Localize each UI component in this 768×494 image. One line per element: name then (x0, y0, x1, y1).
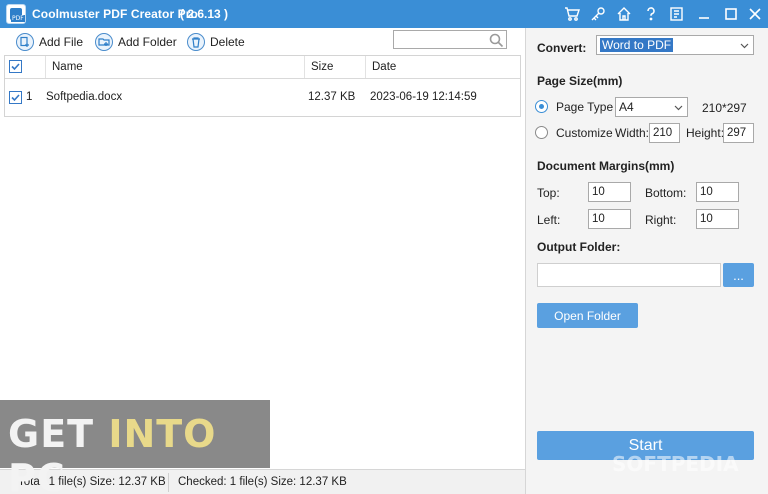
table-row[interactable]: 1 Softpedia.docx 12.37 KB 2023-06-19 12:… (5, 79, 520, 117)
key-icon[interactable] (587, 3, 609, 25)
page-type-select[interactable]: A4 (615, 97, 688, 117)
row-file-size: 12.37 KB (308, 91, 356, 103)
delete-label: Delete (210, 35, 245, 49)
output-folder-title: Output Folder: (537, 240, 621, 254)
page-type-radio[interactable] (535, 100, 548, 113)
chevron-down-icon (740, 43, 749, 49)
open-folder-button[interactable]: Open Folder (537, 303, 638, 328)
table-header: Name Size Date (5, 56, 520, 79)
watermark-text-into: INTO (108, 412, 217, 456)
page-type-select-value: A4 (619, 100, 634, 114)
left-margin-field[interactable]: 10 (588, 209, 631, 229)
row-checkbox[interactable] (9, 91, 22, 104)
page-size-title: Page Size(mm) (537, 74, 623, 88)
height-field[interactable]: 297 (723, 123, 754, 143)
add-file-button[interactable]: Add File (16, 32, 83, 52)
settings-panel: Convert: Word to PDF Page Size(mm) Page … (525, 28, 768, 494)
column-header-size[interactable]: Size (304, 56, 365, 78)
top-margin-field[interactable]: 10 (588, 182, 631, 202)
output-folder-input[interactable] (537, 263, 721, 287)
close-icon[interactable] (744, 3, 766, 25)
maximize-icon[interactable] (720, 3, 742, 25)
convert-label: Convert: (537, 41, 587, 55)
browse-folder-button[interactable]: ... (723, 263, 754, 287)
right-margin-label: Right: (645, 213, 677, 227)
bottom-margin-label: Bottom: (645, 186, 687, 200)
add-file-icon (16, 33, 34, 51)
search-input[interactable] (393, 30, 507, 49)
convert-select[interactable]: Word to PDF (596, 35, 754, 55)
window-version: ( 2.6.13 ) (180, 7, 229, 21)
trash-icon (187, 33, 205, 51)
top-margin-label: Top: (537, 186, 560, 200)
chevron-down-icon (674, 105, 683, 111)
margins-title: Document Margins(mm) (537, 159, 675, 173)
row-file-date: 2023-06-19 12:14:59 (370, 91, 477, 103)
title-bar: PDF Coolmuster PDF Creator Pro ( 2.6.13 … (0, 0, 768, 28)
cart-icon[interactable] (561, 3, 583, 25)
softpedia-watermark: SOFTPEDIA (612, 452, 739, 476)
add-folder-icon (95, 33, 113, 51)
page-type-dimensions: 210*297 (702, 101, 747, 115)
home-icon[interactable] (613, 3, 635, 25)
right-margin-field[interactable]: 10 (696, 209, 739, 229)
search-icon[interactable] (488, 32, 504, 48)
watermark-text-pc: PC (8, 456, 66, 494)
select-all-checkbox[interactable] (9, 60, 22, 73)
feedback-icon[interactable] (666, 3, 688, 25)
add-folder-button[interactable]: Add Folder (95, 32, 177, 52)
minimize-icon[interactable] (693, 3, 715, 25)
getintopc-watermark: GET INTO PC (0, 400, 270, 494)
left-margin-label: Left: (537, 213, 561, 227)
column-header-date[interactable]: Date (365, 56, 522, 78)
row-file-name: Softpedia.docx (46, 91, 123, 103)
window-title: Coolmuster PDF Creator Pro (32, 7, 198, 21)
file-table: Name Size Date 1 Softpedia.docx 12.37 KB… (4, 55, 521, 117)
column-header-name[interactable]: Name (45, 56, 304, 78)
page-type-label: Page Type (556, 100, 614, 114)
convert-select-value: Word to PDF (600, 38, 674, 52)
delete-button[interactable]: Delete (187, 32, 245, 52)
add-folder-label: Add Folder (118, 35, 177, 49)
help-icon[interactable] (640, 3, 662, 25)
width-label: Width: (615, 126, 650, 140)
watermark-text-get: GET (8, 412, 109, 456)
row-index: 1 (26, 91, 33, 103)
height-label: Height: (686, 126, 725, 140)
app-logo-icon: PDF (6, 4, 26, 24)
customize-label: Customize (556, 126, 613, 140)
add-file-label: Add File (39, 35, 84, 49)
customize-radio[interactable] (535, 126, 548, 139)
bottom-margin-field[interactable]: 10 (696, 182, 739, 202)
width-field[interactable]: 210 (649, 123, 680, 143)
